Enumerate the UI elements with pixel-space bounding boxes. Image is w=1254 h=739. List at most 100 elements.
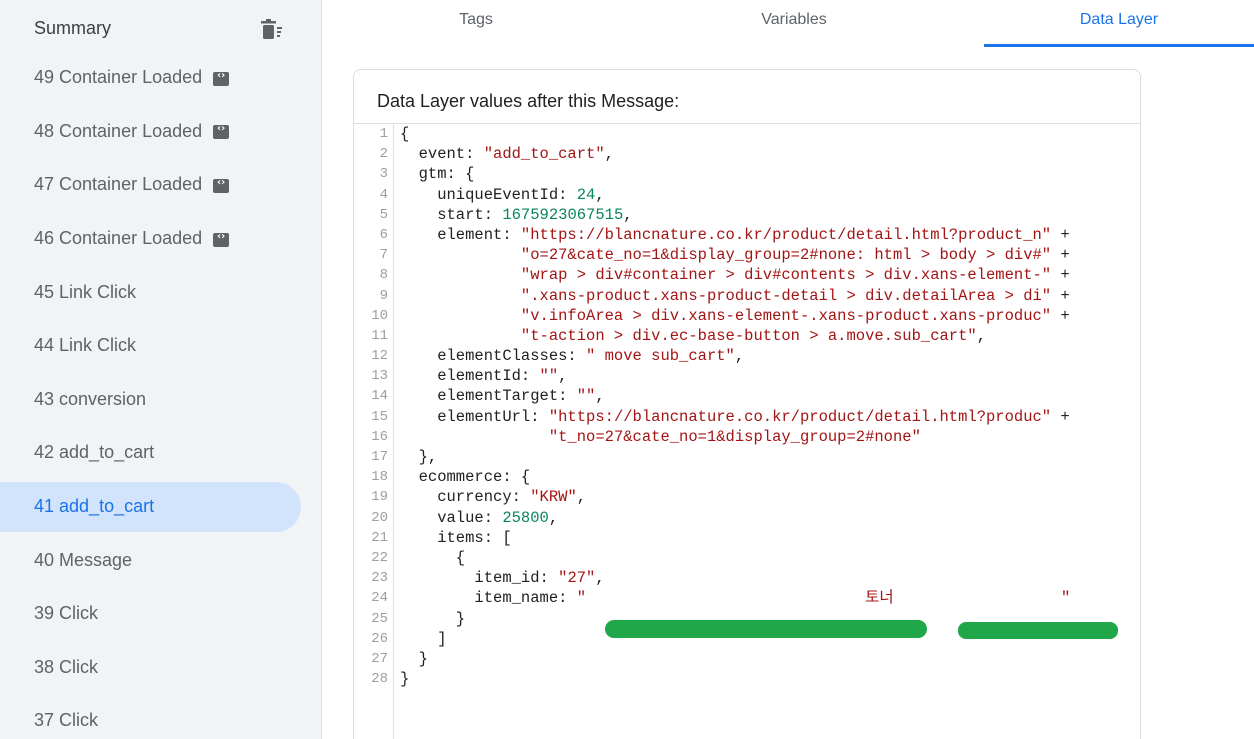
sidebar-event-item[interactable]: 39 Click bbox=[0, 587, 322, 641]
code-line: 5 start: 1675923067515, bbox=[354, 205, 1140, 225]
sidebar-event-item[interactable]: 43 conversion bbox=[0, 373, 322, 427]
tab-tags[interactable]: Tags bbox=[341, 0, 611, 47]
code-line: 17 }, bbox=[354, 447, 1140, 467]
code-text: } bbox=[400, 609, 466, 628]
code-text: items: [ bbox=[400, 528, 512, 547]
line-number: 13 bbox=[371, 368, 388, 385]
code-line: 6 element: "https://blancnature.co.kr/pr… bbox=[354, 225, 1140, 245]
redaction-mark bbox=[605, 620, 927, 638]
code-text: elementTarget: "", bbox=[400, 387, 605, 406]
sidebar-event-item[interactable]: 41 add_to_cart bbox=[0, 480, 322, 534]
line-number: 4 bbox=[379, 186, 388, 203]
line-number: 26 bbox=[371, 630, 388, 647]
sidebar-event-label: 46 Container Loaded bbox=[34, 228, 203, 249]
code-text: elementId: "", bbox=[400, 367, 568, 386]
code-text: } bbox=[400, 649, 428, 668]
sidebar-event-item[interactable]: 46 Container Loaded bbox=[0, 212, 322, 266]
sidebar-event-item[interactable]: 42 add_to_cart bbox=[0, 426, 322, 480]
line-number: 14 bbox=[371, 388, 388, 405]
code-text: element: "https://blancnature.co.kr/prod… bbox=[400, 225, 1070, 244]
sidebar-event-item[interactable]: 44 Link Click bbox=[0, 319, 322, 373]
code-line: 8 "wrap > div#container > div#contents >… bbox=[354, 265, 1140, 285]
line-number: 23 bbox=[371, 570, 388, 587]
sidebar-event-label: 43 conversion bbox=[34, 388, 147, 409]
sidebar-event-label: 41 add_to_cart bbox=[34, 496, 155, 517]
sidebar-event-item[interactable]: 37 Click bbox=[0, 694, 322, 739]
code-text: item_name: " 토너 " bbox=[400, 589, 1071, 608]
code-text: start: 1675923067515, bbox=[400, 205, 633, 224]
sidebar-event-item[interactable]: 40 Message bbox=[0, 533, 322, 587]
line-number: 18 bbox=[371, 469, 388, 486]
sidebar-event-item[interactable]: 38 Click bbox=[0, 641, 322, 695]
code-text: "v.infoArea > div.xans-element-.xans-pro… bbox=[520, 306, 1070, 325]
code-text: item_id: "27", bbox=[400, 569, 605, 588]
line-number: 27 bbox=[371, 650, 388, 667]
code-text: { bbox=[400, 125, 410, 143]
line-number: 12 bbox=[371, 348, 388, 365]
tab-data-layer[interactable]: Data Layer bbox=[984, 0, 1254, 47]
sidebar-event-item[interactable]: 48 Container Loaded bbox=[0, 105, 322, 159]
line-number: 21 bbox=[371, 529, 388, 546]
sidebar-event-label: 45 Link Click bbox=[34, 281, 137, 302]
code-text: event: "add_to_cart", bbox=[400, 145, 614, 164]
line-number: 16 bbox=[371, 428, 388, 445]
line-number: 7 bbox=[379, 247, 388, 264]
line-number: 10 bbox=[371, 307, 388, 324]
code-line: 21 items: [ bbox=[354, 528, 1140, 548]
event-list: 49 Container Loaded 48 Container Loaded 47… bbox=[0, 51, 322, 739]
code-text: { bbox=[400, 548, 466, 567]
code-line: 12 elementClasses: " move sub_cart", bbox=[354, 346, 1140, 366]
code-viewer: 1{2 event: "add_to_cart", 3 gtm: {4 uniqu… bbox=[354, 124, 1140, 739]
line-number: 22 bbox=[371, 549, 388, 566]
code-text: ".xans-product.xans-product-detail > div… bbox=[520, 286, 1070, 305]
line-number: 6 bbox=[379, 226, 388, 243]
tab-variables[interactable]: Variables bbox=[659, 0, 929, 47]
sidebar-event-label: 48 Container Loaded bbox=[34, 120, 203, 141]
code-line: 24 item_name: " 토너 " bbox=[354, 588, 1140, 608]
sidebar-event-label: 40 Message bbox=[34, 549, 133, 570]
code-text: "t-action > div.ec-base-button > a.move.… bbox=[520, 326, 987, 345]
code-text: ] bbox=[400, 629, 447, 648]
sidebar-event-label: 39 Click bbox=[34, 603, 99, 624]
redaction-mark bbox=[958, 622, 1118, 639]
sidebar-event-label: 47 Container Loaded bbox=[34, 174, 203, 195]
code-text: ecommerce: { bbox=[400, 468, 531, 487]
delete-sweep-icon[interactable] bbox=[258, 17, 284, 43]
code-text: currency: "KRW", bbox=[400, 488, 587, 507]
sidebar-event-item[interactable]: 47 Container Loaded bbox=[0, 158, 322, 212]
code-line: 16 "t_no=27&cate_no=1&display_group=2#no… bbox=[354, 427, 1140, 447]
line-number: 20 bbox=[371, 509, 388, 526]
code-icon bbox=[213, 177, 230, 193]
code-line: 28} bbox=[354, 669, 1140, 689]
code-line: 9 ".xans-product.xans-product-detail > d… bbox=[354, 286, 1140, 306]
sidebar-event-item[interactable]: 45 Link Click bbox=[0, 265, 322, 319]
code-line: 3 gtm: { bbox=[354, 164, 1140, 184]
sidebar-title: Summary bbox=[34, 18, 112, 38]
code-text: gtm: { bbox=[400, 165, 475, 184]
sidebar-event-label: 42 add_to_cart bbox=[34, 442, 155, 463]
code-line: 13 elementId: "", bbox=[354, 366, 1140, 386]
sidebar-event-label: 44 Link Click bbox=[34, 335, 137, 356]
sidebar-event-label: 38 Click bbox=[34, 656, 99, 677]
code-text: uniqueEventId: 24, bbox=[400, 185, 605, 204]
card-title: Data Layer values after this Message: bbox=[377, 91, 680, 111]
code-line: 15 elementUrl: "https://blancnature.co.k… bbox=[354, 407, 1140, 427]
code-line: 19 currency: "KRW", bbox=[354, 487, 1140, 507]
code-line: 4 uniqueEventId: 24, bbox=[354, 185, 1140, 205]
code-line: 20 value: 25800, bbox=[354, 508, 1140, 528]
code-line: 1{ bbox=[354, 124, 1140, 144]
code-line: 11 "t-action > div.ec-base-button > a.mo… bbox=[354, 326, 1140, 346]
code-line: 27 } bbox=[354, 649, 1140, 669]
code-text: elementUrl: "https://blancnature.co.kr/p… bbox=[400, 407, 1070, 426]
line-number: 9 bbox=[379, 287, 388, 304]
code-line: 22 { bbox=[354, 548, 1140, 568]
event-sidebar: Summary 49 Container Loaded 48 Container … bbox=[0, 0, 322, 739]
line-number: 25 bbox=[371, 610, 388, 627]
code-line: 23 item_id: "27", bbox=[354, 568, 1140, 588]
code-text: }, bbox=[400, 448, 438, 466]
code-line: 7 "o=27&cate_no=1&display_group=2#none: … bbox=[354, 245, 1140, 265]
line-number: 3 bbox=[379, 166, 388, 183]
line-number: 2 bbox=[379, 146, 388, 163]
sidebar-event-item[interactable]: 49 Container Loaded bbox=[0, 51, 322, 105]
code-text: value: 25800, bbox=[400, 508, 559, 527]
